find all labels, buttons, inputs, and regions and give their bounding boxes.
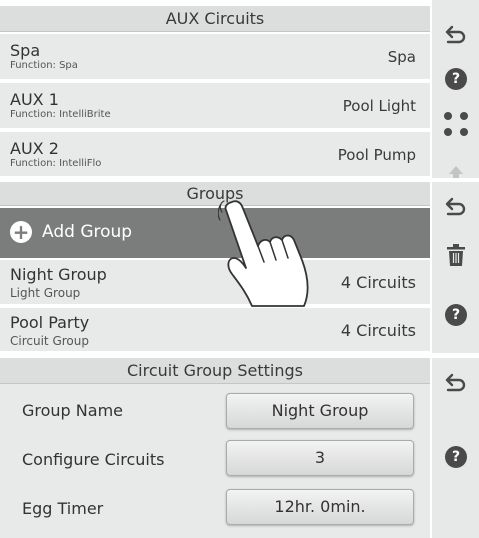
settings-title: Circuit Group Settings: [0, 358, 430, 384]
configure-circuits-label: Configure Circuits: [22, 450, 165, 469]
add-group-label: Add Group: [42, 222, 133, 242]
egg-timer-label: Egg Timer: [22, 499, 104, 518]
settings-form: Circuit Group Settings Group Name Night …: [0, 358, 430, 538]
group-circuit-count: 4 Circuits: [340, 273, 416, 292]
circuit-function: Function: Spa: [10, 60, 78, 71]
group-name: Night Group: [10, 265, 107, 284]
help-icon[interactable]: ?: [443, 66, 469, 92]
more-dots-icon[interactable]: [444, 112, 468, 136]
aux-circuits-panel: AUX Circuits Spa Function: Spa Spa AUX 1…: [0, 0, 479, 178]
circuit-row-spa[interactable]: Spa Function: Spa Spa: [0, 34, 430, 81]
groups-list: Groups + Add Group Night Group Light Gro…: [0, 182, 430, 353]
group-type: Circuit Group: [10, 334, 89, 348]
groups-title: Groups: [0, 182, 430, 206]
circuit-value: Spa: [387, 48, 416, 66]
settings-sidebar: ?: [432, 358, 479, 538]
aux-sidebar: ?: [432, 0, 479, 178]
circuit-value: Pool Pump: [337, 146, 416, 164]
plus-icon: +: [10, 221, 32, 243]
add-group-button[interactable]: + Add Group: [0, 208, 430, 258]
circuit-function: Function: IntelliFlo: [10, 158, 102, 169]
circuit-name: AUX 1: [10, 90, 59, 109]
back-arrow-icon[interactable]: [443, 370, 469, 396]
aux-circuits-title: AUX Circuits: [0, 6, 430, 32]
pointing-hand-icon: [218, 200, 309, 307]
group-name-label: Group Name: [22, 401, 123, 420]
group-row-pool-party[interactable]: Pool Party Circuit Group 4 Circuits: [0, 308, 430, 353]
circuit-name: Spa: [10, 41, 41, 60]
groups-panel: Groups + Add Group Night Group Light Gro…: [0, 182, 479, 353]
help-icon[interactable]: ?: [443, 302, 469, 328]
group-name: Pool Party: [10, 313, 90, 332]
group-circuit-count: 4 Circuits: [340, 321, 416, 340]
group-row-night[interactable]: Night Group Light Group 4 Circuits: [0, 260, 430, 306]
trash-icon[interactable]: [443, 242, 469, 268]
configure-circuits-button[interactable]: 3: [226, 440, 414, 476]
group-type: Light Group: [10, 286, 81, 300]
groups-sidebar: ?: [432, 182, 479, 353]
egg-timer-button[interactable]: 12hr. 0min.: [226, 489, 414, 525]
circuit-value: Pool Light: [342, 97, 416, 115]
help-icon[interactable]: ?: [443, 444, 469, 470]
circuit-row-aux1[interactable]: AUX 1 Function: IntelliBrite Pool Light: [0, 83, 430, 130]
back-arrow-icon[interactable]: [443, 22, 469, 48]
circuit-row-aux2[interactable]: AUX 2 Function: IntelliFlo Pool Pump: [0, 132, 430, 178]
aux-circuits-list: AUX Circuits Spa Function: Spa Spa AUX 1…: [0, 0, 430, 178]
circuit-function: Function: IntelliBrite: [10, 109, 111, 120]
circuit-name: AUX 2: [10, 139, 59, 158]
circuit-group-settings-panel: Circuit Group Settings Group Name Night …: [0, 358, 479, 538]
group-name-button[interactable]: Night Group: [226, 393, 414, 429]
scroll-up-arrow-icon[interactable]: [443, 158, 469, 178]
back-arrow-icon[interactable]: [443, 194, 469, 220]
